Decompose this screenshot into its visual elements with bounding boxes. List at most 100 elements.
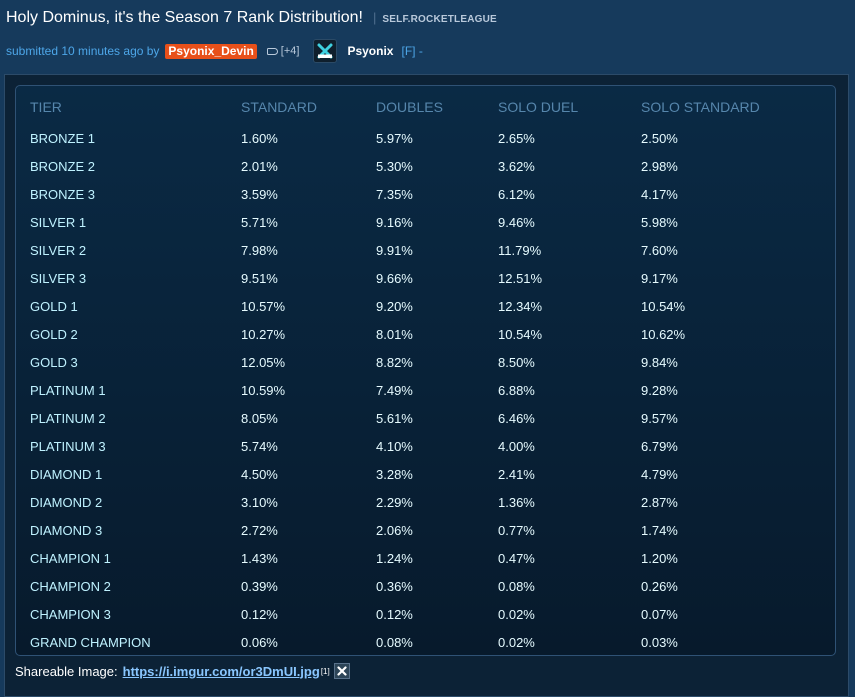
percentage-cell: 9.51%	[241, 270, 278, 286]
column-header-standard: STANDARD	[241, 99, 317, 115]
percentage-cell: 2.72%	[241, 522, 278, 538]
table-row: BRONZE 1 1.60% 5.97% 2.65% 2.50%	[16, 124, 796, 152]
percentage-cell: 5.61%	[376, 410, 413, 426]
percentage-cell: 9.28%	[641, 382, 678, 398]
column-header-solo-standard: SOLO STANDARD	[641, 99, 760, 115]
percentage-cell: 0.02%	[498, 634, 535, 650]
table-row: PLATINUM 3 5.74% 4.10% 4.00% 6.79%	[16, 432, 796, 460]
title-separator: |	[373, 10, 377, 25]
tier-cell: GRAND CHAMPION	[30, 634, 151, 650]
table-row: CHAMPION 2 0.39% 0.36% 0.08% 0.26%	[16, 572, 796, 600]
percentage-cell: 3.62%	[498, 158, 535, 174]
shareable-image-line: Shareable Image: https://i.imgur.com/or3…	[15, 660, 350, 682]
percentage-cell: 4.17%	[641, 186, 678, 202]
table-row: DIAMOND 3 2.72% 2.06% 0.77% 1.74%	[16, 516, 796, 544]
percentage-cell: 0.12%	[376, 606, 413, 622]
table-row: PLATINUM 1 10.59% 7.49% 6.88% 9.28%	[16, 376, 796, 404]
table-row: DIAMOND 2 3.10% 2.29% 1.36% 2.87%	[16, 488, 796, 516]
percentage-cell: 1.43%	[241, 550, 278, 566]
table-row: GRAND CHAMPION 0.06% 0.08% 0.02% 0.03%	[16, 628, 796, 656]
tier-cell: BRONZE 1	[30, 130, 96, 146]
footnote-marker: [1]	[320, 666, 330, 676]
tier-cell: CHAMPION 2	[30, 578, 111, 594]
percentage-cell: 10.57%	[241, 298, 286, 314]
tier-cell: GOLD 1	[30, 298, 78, 314]
percentage-cell: 10.27%	[241, 326, 286, 342]
percentage-cell: 4.00%	[498, 438, 535, 454]
percentage-cell: 9.17%	[641, 270, 678, 286]
percentage-cell: 1.60%	[241, 130, 278, 146]
table-row: GOLD 3 12.05% 8.82% 8.50% 9.84%	[16, 348, 796, 376]
tier-cell: PLATINUM 2	[30, 410, 106, 426]
percentage-cell: 0.08%	[498, 578, 535, 594]
close-icon[interactable]	[333, 663, 350, 679]
percentage-cell: 9.46%	[498, 214, 535, 230]
tier-cell: SILVER 2	[30, 242, 87, 258]
percentage-cell: 9.66%	[376, 270, 413, 286]
percentage-cell: 7.60%	[641, 242, 678, 258]
percentage-cell: 9.57%	[641, 410, 678, 426]
percentage-cell: 1.36%	[498, 494, 535, 510]
percentage-cell: 7.49%	[376, 382, 413, 398]
percentage-cell: 4.50%	[241, 466, 278, 482]
table-body: BRONZE 1 1.60% 5.97% 2.65% 2.50% BRONZE 2 2.01…	[16, 124, 796, 656]
shareable-label: Shareable Image:	[15, 663, 118, 679]
post-title[interactable]: Holy Dominus, it's the Season 7 Rank Dis…	[6, 9, 363, 27]
percentage-cell: 1.74%	[641, 522, 678, 538]
percentage-cell: 10.54%	[641, 298, 686, 314]
percentage-cell: 7.98%	[241, 242, 278, 258]
tier-cell: PLATINUM 1	[30, 382, 106, 398]
tier-cell: GOLD 2	[30, 326, 78, 342]
percentage-cell: 2.50%	[641, 130, 678, 146]
percentage-cell: 6.79%	[641, 438, 678, 454]
tier-cell: DIAMOND 1	[30, 466, 103, 482]
frontpage-tag: [F] -	[401, 44, 423, 58]
flair-name: Psyonix	[347, 44, 394, 58]
percentage-cell: 8.50%	[498, 354, 535, 370]
tagline: submitted 10 minutes ago by Psyonix_Devi…	[6, 39, 423, 63]
percentage-cell: 5.71%	[241, 214, 278, 230]
percentage-cell: 3.10%	[241, 494, 278, 510]
percentage-cell: 2.29%	[376, 494, 413, 510]
percentage-cell: 12.05%	[241, 354, 286, 370]
percentage-cell: 5.97%	[376, 130, 413, 146]
percentage-cell: 9.16%	[376, 214, 413, 230]
percentage-cell: 7.35%	[376, 186, 413, 202]
table-row: GOLD 1 10.57% 9.20% 12.34% 10.54%	[16, 292, 796, 320]
rank-distribution-card: TIER STANDARD DOUBLES SOLO DUEL SOLO STA…	[15, 85, 836, 656]
table-row: CHAMPION 1 1.43% 1.24% 0.47% 1.20%	[16, 544, 796, 572]
rank-distribution-table: TIER STANDARD DOUBLES SOLO DUEL SOLO STA…	[16, 86, 796, 656]
tier-cell: PLATINUM 3	[30, 438, 106, 454]
percentage-cell: 0.08%	[376, 634, 413, 650]
percentage-cell: 0.39%	[241, 578, 278, 594]
percentage-cell: 8.82%	[376, 354, 413, 370]
author-link[interactable]: Psyonix_Devin	[165, 43, 257, 59]
psyonix-logo-icon	[313, 39, 338, 63]
percentage-cell: 4.79%	[641, 466, 678, 482]
percentage-cell: 5.30%	[376, 158, 413, 174]
column-header-doubles: DOUBLES	[376, 99, 443, 115]
shareable-image-link[interactable]: https://i.imgur.com/or3DmUI.jpg	[123, 664, 320, 679]
percentage-cell: 1.24%	[376, 550, 413, 566]
percentage-cell: 0.02%	[498, 606, 535, 622]
percentage-cell: 6.46%	[498, 410, 535, 426]
percentage-cell: 9.84%	[641, 354, 678, 370]
submitted-text: submitted 10 minutes ago by	[6, 44, 160, 58]
table-row: PLATINUM 2 8.05% 5.61% 6.46% 9.57%	[16, 404, 796, 432]
percentage-cell: 10.62%	[641, 326, 686, 342]
tier-cell: SILVER 3	[30, 270, 87, 286]
table-row: GOLD 2 10.27% 8.01% 10.54% 10.62%	[16, 320, 796, 348]
percentage-cell: 6.12%	[498, 186, 535, 202]
post-domain[interactable]: SELF.ROCKETLEAGUE	[382, 14, 497, 25]
percentage-cell: 4.10%	[376, 438, 413, 454]
post-header: Holy Dominus, it's the Season 7 Rank Dis…	[0, 0, 855, 72]
percentage-cell: 0.03%	[641, 634, 678, 650]
table-row: BRONZE 3 3.59% 7.35% 6.12% 4.17%	[16, 180, 796, 208]
tier-cell: BRONZE 2	[30, 158, 96, 174]
percentage-cell: 0.26%	[641, 578, 678, 594]
percentage-cell: 0.47%	[498, 550, 535, 566]
tag-icon	[266, 47, 278, 55]
percentage-cell: 11.79%	[498, 242, 542, 258]
tier-cell: CHAMPION 3	[30, 606, 111, 622]
percentage-cell: 0.07%	[641, 606, 678, 622]
